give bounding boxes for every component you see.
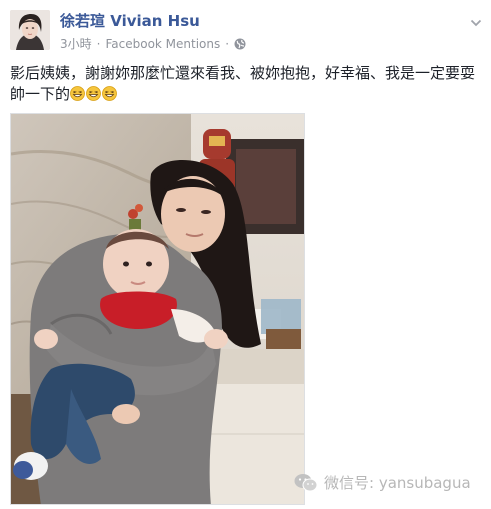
post-photo[interactable] [10,113,305,505]
watermark-text: 微信号: yansubagua [324,474,471,492]
globe-icon[interactable] [234,38,246,50]
photo-woman-holding-baby [11,114,304,504]
post-timestamp[interactable]: 3小時 [60,35,92,52]
post-source[interactable]: Facebook Mentions [105,37,220,51]
meta-separator-2: · [225,36,230,51]
avatar[interactable] [10,10,50,50]
post-text: 影后姨姨，謝謝妳那麼忙還來看我、被妳抱抱，好幸福、我是一定要耍帥一下的 [10,63,480,105]
grinning-emoji-icon [86,86,101,101]
post-meta: 3小時 · Facebook Mentions · [60,35,246,52]
grinning-emoji-icon [70,86,85,101]
wechat-icon [294,473,318,493]
emoji-group [70,86,117,101]
grinning-emoji-icon [102,86,117,101]
author-name[interactable]: 徐若瑄 Vivian Hsu [60,10,200,31]
meta-separator: · [96,36,101,51]
facebook-post: 徐若瑄 Vivian Hsu 3小時 · Facebook Mentions ·… [0,0,491,509]
wechat-watermark: 微信号: yansubagua [294,472,471,493]
avatar-photo [10,10,50,50]
chevron-down-icon[interactable] [470,14,482,27]
